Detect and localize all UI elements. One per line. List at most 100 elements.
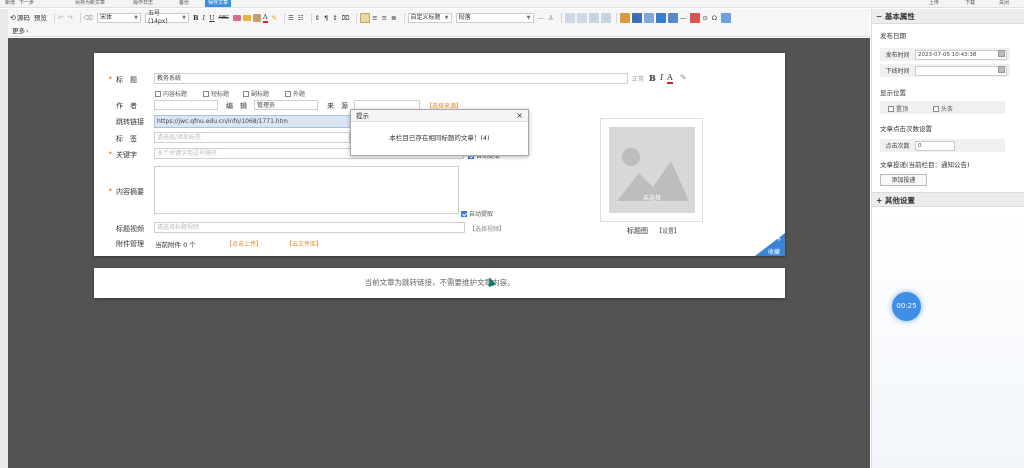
title-video-label: 标题视频: [116, 225, 144, 233]
preview-button[interactable]: 预览: [34, 13, 47, 24]
auto-extract-summary-checkbox[interactable]: 自动提取: [461, 209, 493, 218]
highlight-color-icon[interactable]: ✎: [272, 13, 277, 24]
map-icon[interactable]: [720, 13, 731, 23]
save-as-new-button[interactable]: 另存为新文章: [72, 0, 108, 7]
operation-log-button[interactable]: 操作日志: [130, 0, 156, 7]
outdent-icon[interactable]: [576, 13, 587, 23]
strikethrough-icon[interactable]: ABC: [219, 13, 229, 24]
font-size-select[interactable]: 五号(14px) ▼: [144, 10, 189, 25]
paragraph-select[interactable]: 段落 ▼: [455, 13, 534, 23]
headline-checkbox[interactable]: 头条: [933, 104, 953, 113]
title-input[interactable]: 教务系统: [154, 73, 628, 84]
align-justify-icon[interactable]: ≣: [391, 13, 396, 24]
calendar-icon[interactable]: [998, 66, 1005, 73]
horizontal-rule-icon[interactable]: —: [538, 13, 545, 24]
unlink-icon[interactable]: [600, 13, 611, 23]
video-icon[interactable]: [655, 13, 666, 23]
click-upload-link[interactable]: 【点击上传】: [226, 239, 262, 248]
offline-time-input[interactable]: [915, 65, 1007, 76]
backup-button[interactable]: 备份: [176, 0, 192, 7]
source-icon: ⟲: [10, 13, 16, 22]
link-icon[interactable]: [588, 13, 599, 23]
quote-icon[interactable]: [252, 14, 261, 22]
dialog-header: 提示 ×: [351, 110, 528, 122]
timer-badge[interactable]: 00:25: [892, 292, 921, 321]
jump-link-label: 跳转链接: [116, 118, 144, 126]
clear-format-icon[interactable]: ⌧: [342, 13, 350, 24]
title-image-box[interactable]: 未选择: [600, 118, 703, 222]
other-settings-header[interactable]: + 其他设置: [872, 192, 1024, 207]
image-icon[interactable]: [619, 13, 630, 23]
title-color-icon[interactable]: A: [667, 73, 673, 84]
publish-date-label: 发布日期: [880, 32, 906, 40]
thumb-placeholder-text: 未选择: [642, 195, 661, 202]
music-icon[interactable]: [643, 13, 654, 23]
thumb-set-link[interactable]: 【设置】: [656, 226, 680, 235]
collect-corner-button[interactable]: + 收藏: [755, 233, 785, 256]
more-button[interactable]: 更多 ›: [12, 26, 29, 37]
indent-icon[interactable]: [564, 13, 575, 23]
content-title-checkbox[interactable]: 内容标题: [155, 89, 187, 98]
row-spacing-icon[interactable]: ⇕: [315, 13, 320, 24]
outer-title-checkbox[interactable]: 外题: [285, 89, 305, 98]
file-icon[interactable]: [667, 13, 678, 23]
insert-table-icon[interactable]: [631, 13, 642, 23]
author-input[interactable]: [154, 100, 218, 110]
cloud-library-link[interactable]: 【云文件库】: [286, 239, 322, 248]
sub-title-checkbox[interactable]: 副标题: [243, 89, 269, 98]
title-bold-icon[interactable]: B: [649, 73, 656, 83]
time-icon[interactable]: ⊙: [702, 13, 707, 24]
next-step-button[interactable]: 下一步: [16, 0, 37, 7]
save-article-button[interactable]: 保存文章: [205, 0, 232, 7]
close-icon[interactable]: ×: [516, 110, 523, 122]
close-button[interactable]: 关闭: [996, 0, 1012, 7]
expand-icon: +: [876, 196, 885, 205]
align-center-icon[interactable]: ≡: [372, 13, 377, 24]
bold-icon[interactable]: B: [193, 13, 199, 24]
summary-textarea[interactable]: [154, 166, 459, 214]
font-color-icon[interactable]: A: [262, 13, 268, 23]
anchor-icon[interactable]: ⚓: [548, 13, 554, 24]
title-video-input[interactable]: 请选择标题视频: [154, 222, 465, 233]
font-family-select[interactable]: 宋体 ▼: [96, 13, 141, 23]
basic-properties-header[interactable]: − 基本属性: [872, 9, 1024, 24]
text-size-hint: 正常: [632, 76, 645, 83]
upload-button[interactable]: 上传: [926, 0, 942, 7]
eraser-icon[interactable]: [232, 15, 241, 21]
source-button[interactable]: ⟲ 源码: [10, 13, 30, 24]
title-brush-icon[interactable]: ✎: [680, 73, 687, 82]
ordered-list-icon[interactable]: ☰: [288, 13, 294, 24]
undo-icon[interactable]: ↶: [58, 13, 63, 24]
attachment-label: 附件管理: [116, 240, 144, 248]
italic-icon[interactable]: I: [202, 13, 205, 24]
special-char-icon[interactable]: Ω: [712, 13, 717, 24]
format-brush-icon[interactable]: ⌫: [84, 13, 93, 24]
choose-video-link[interactable]: 【选择视频】: [469, 224, 505, 233]
heading-style-select[interactable]: 自定义标题 ▼: [407, 13, 452, 23]
underline-icon[interactable]: U: [209, 13, 214, 24]
date-icon[interactable]: [690, 13, 701, 23]
jump-link-input[interactable]: https://jwc.qfnu.edu.cn/info/1068/1771.h…: [154, 115, 354, 128]
click-count-input[interactable]: 0: [915, 140, 955, 151]
calendar-icon[interactable]: [998, 50, 1005, 57]
plus-icon: +: [776, 235, 782, 243]
divider-icon[interactable]: —: [680, 13, 687, 24]
title-italic-icon[interactable]: I: [660, 73, 663, 82]
unordered-list-icon[interactable]: ☷: [298, 13, 304, 24]
redo-icon[interactable]: ↷: [67, 13, 72, 24]
publish-time-row: 发布时间 2023-07-05 10:43:38: [880, 48, 1010, 61]
brush-icon[interactable]: [242, 15, 251, 21]
paragraph-top-icon[interactable]: ¶: [324, 13, 328, 24]
add-push-button[interactable]: 添加投递: [880, 174, 927, 186]
top-checkbox[interactable]: 置顶: [888, 104, 908, 113]
download-button[interactable]: 下载: [962, 0, 978, 7]
align-right-icon[interactable]: ≡: [382, 13, 387, 24]
tag-input[interactable]: 请选择/添加标签: [154, 132, 350, 143]
line-height-icon[interactable]: ↕: [332, 13, 337, 24]
push-label: 文章投递(当前栏目：通知公告): [880, 161, 970, 169]
editor-input[interactable]: 管理员: [254, 100, 318, 110]
collect-label: 收藏: [768, 249, 781, 256]
align-left-icon[interactable]: [360, 13, 371, 23]
short-title-checkbox[interactable]: 短标题: [203, 89, 229, 98]
publish-time-input[interactable]: 2023-07-05 10:43:38: [915, 49, 1007, 60]
